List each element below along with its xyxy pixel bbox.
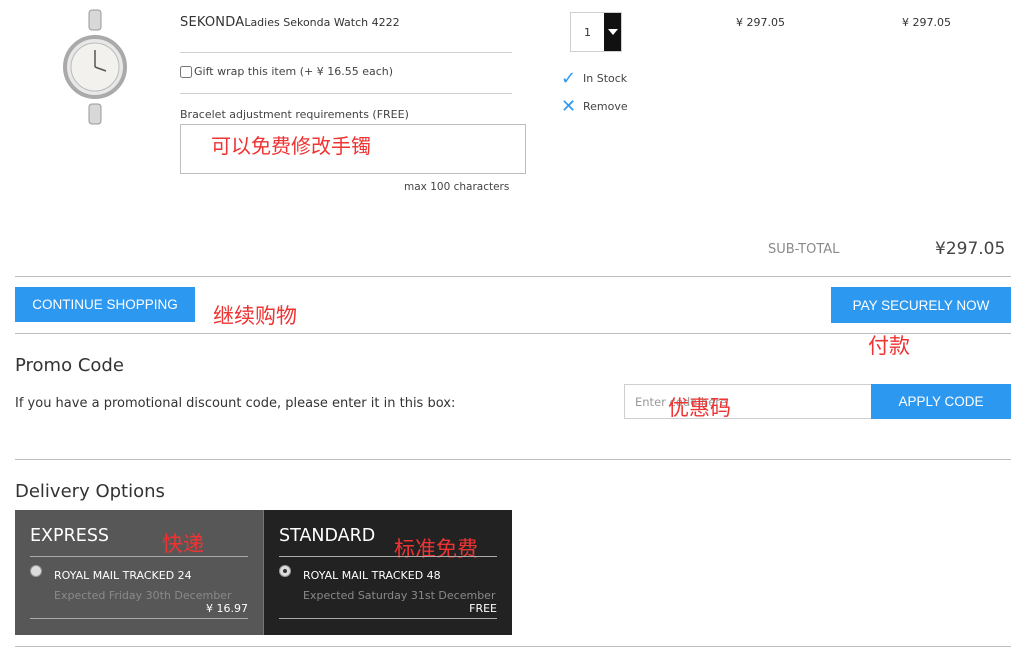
divider bbox=[30, 618, 248, 619]
subtotal-value: ¥297.05 bbox=[935, 239, 1006, 259]
pay-securely-button[interactable]: PAY SECURELY NOW bbox=[831, 287, 1011, 323]
continue-shopping-button[interactable]: CONTINUE SHOPPING bbox=[15, 287, 195, 322]
check-icon: ✓ bbox=[561, 68, 577, 89]
quantity-value: 1 bbox=[584, 25, 591, 39]
divider bbox=[180, 52, 512, 53]
close-icon[interactable]: ✕ bbox=[561, 96, 583, 117]
delivery-price: ¥ 16.97 bbox=[206, 602, 248, 615]
pay-annotation: 付款 bbox=[868, 334, 910, 358]
promo-title: Promo Code bbox=[15, 355, 124, 376]
delivery-radio-standard[interactable] bbox=[279, 565, 291, 577]
divider bbox=[15, 646, 1011, 647]
divider bbox=[279, 618, 497, 619]
delivery-radio-express[interactable] bbox=[30, 565, 42, 577]
delivery-expected: Expected Saturday 31st December bbox=[303, 589, 496, 602]
product-name: Ladies Sekonda Watch 4222 bbox=[244, 16, 400, 29]
product-brand: SEKONDA bbox=[180, 15, 245, 30]
quantity-select[interactable]: 1 bbox=[570, 12, 622, 52]
max-chars-hint: max 100 characters bbox=[404, 181, 510, 193]
delivery-expected: Expected Friday 30th December bbox=[54, 589, 232, 602]
unit-price: ¥ 297.05 bbox=[736, 16, 785, 29]
remove-label: Remove bbox=[583, 100, 628, 113]
delivery-service: ROYAL MAIL TRACKED 24 bbox=[54, 569, 192, 582]
continue-annotation: 继续购物 bbox=[213, 304, 297, 328]
express-annotation: 快递 bbox=[162, 532, 204, 556]
product-image[interactable] bbox=[60, 8, 130, 128]
apply-code-button[interactable]: APPLY CODE bbox=[871, 384, 1011, 419]
divider bbox=[30, 556, 248, 557]
delivery-options: EXPRESS 快递 ROYAL MAIL TRACKED 24 Expecte… bbox=[15, 510, 512, 635]
delivery-price: FREE bbox=[469, 602, 497, 615]
gift-wrap-checkbox[interactable] bbox=[180, 65, 192, 78]
divider bbox=[279, 556, 497, 557]
divider bbox=[15, 459, 1011, 460]
delivery-option-express[interactable]: EXPRESS 快递 ROYAL MAIL TRACKED 24 Expecte… bbox=[15, 510, 263, 635]
remove-button[interactable]: ✕ Remove bbox=[561, 96, 628, 117]
promo-description: If you have a promotional discount code,… bbox=[15, 396, 456, 411]
promo-annotation: 优惠码 bbox=[668, 396, 731, 420]
stock-status-label: In Stock bbox=[583, 72, 628, 85]
delivery-option-title: STANDARD bbox=[279, 526, 376, 546]
divider bbox=[180, 93, 512, 94]
gift-wrap-label: Gift wrap this item (+ ¥ 16.55 each) bbox=[194, 65, 394, 78]
gift-wrap-option[interactable]: Gift wrap this item (+ ¥ 16.55 each) bbox=[180, 65, 393, 78]
divider bbox=[15, 276, 1011, 277]
promo-code-input[interactable]: Enter code here bbox=[624, 384, 872, 419]
divider bbox=[15, 333, 1011, 334]
chevron-down-icon[interactable] bbox=[604, 13, 621, 51]
delivery-option-standard[interactable]: STANDARD 标准免费 ROYAL MAIL TRACKED 48 Expe… bbox=[263, 510, 512, 635]
delivery-title: Delivery Options bbox=[15, 481, 165, 502]
stock-status: ✓ In Stock bbox=[561, 68, 627, 89]
product-title[interactable]: SEKONDALadies Sekonda Watch 4222 bbox=[180, 15, 400, 30]
standard-annotation: 标准免费 bbox=[394, 537, 478, 561]
line-total: ¥ 297.05 bbox=[902, 16, 951, 29]
delivery-service: ROYAL MAIL TRACKED 48 bbox=[303, 569, 441, 582]
bracelet-label: Bracelet adjustment requirements (FREE) bbox=[180, 108, 409, 121]
subtotal-label: SUB-TOTAL bbox=[768, 242, 840, 257]
delivery-option-title: EXPRESS bbox=[30, 526, 110, 546]
bracelet-textarea[interactable]: 可以免费修改手镯 bbox=[180, 124, 526, 174]
